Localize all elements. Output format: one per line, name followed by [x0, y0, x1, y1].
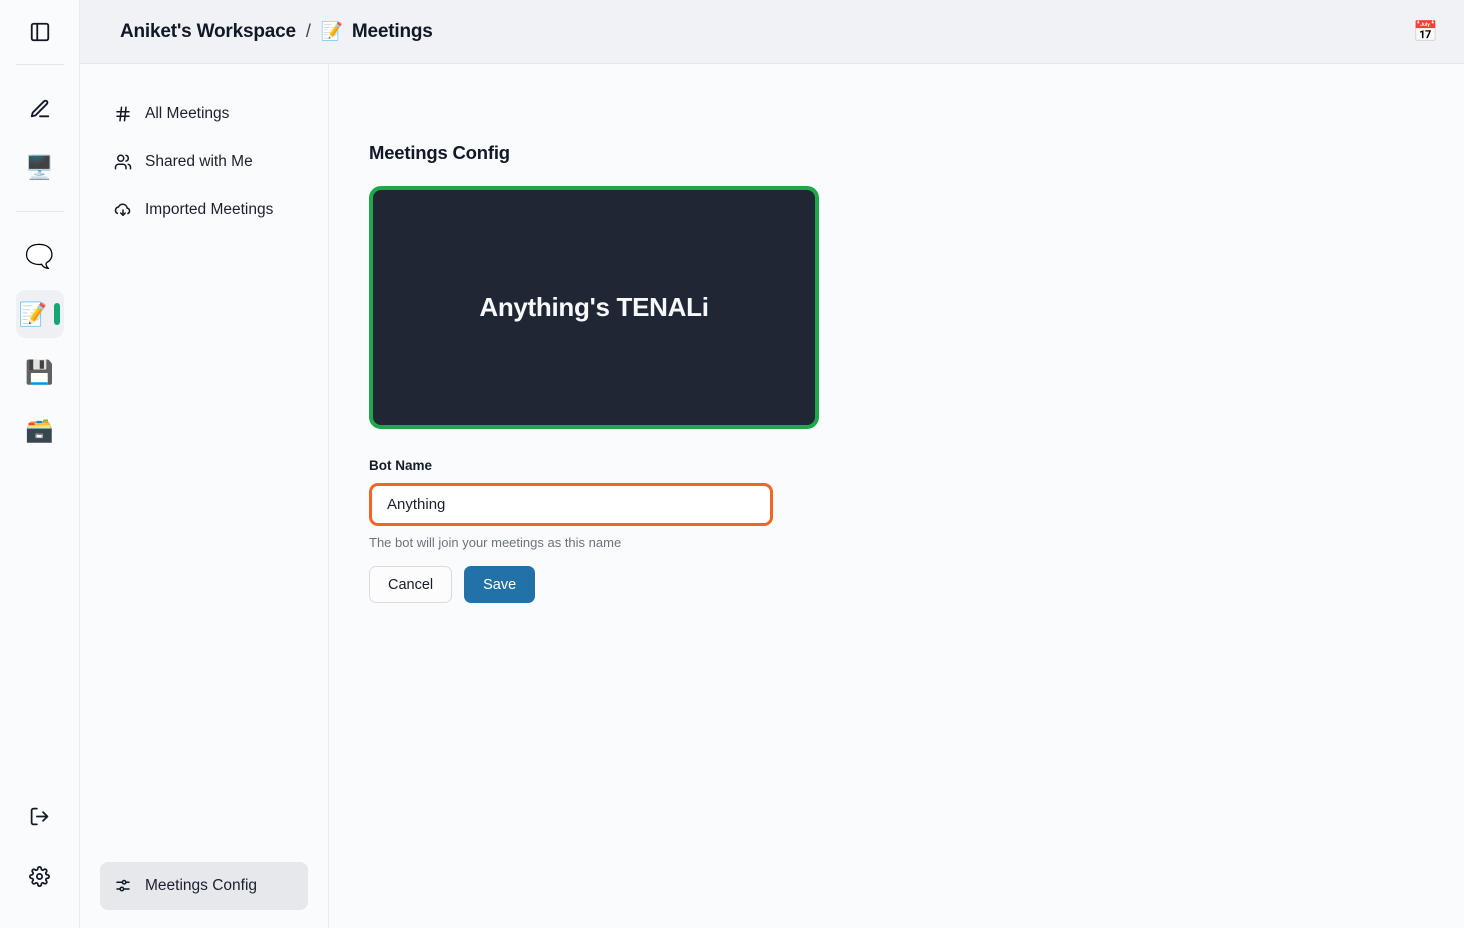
nav-item-label: Meetings Config: [145, 877, 258, 894]
speech-balloon-emoji: 🗨️: [25, 242, 54, 269]
active-indicator: [54, 303, 61, 325]
square-pen-icon: [29, 98, 51, 120]
desktop-computer-emoji: 🖥️: [25, 153, 54, 180]
users-icon: [114, 153, 132, 171]
breadcrumb-current-label: Meetings: [351, 20, 433, 42]
nav-item-label: Shared with Me: [145, 153, 253, 170]
rail-item-meetings[interactable]: 📝: [15, 290, 64, 338]
rail-divider-mid: [15, 211, 64, 212]
bot-preview-text: Anything's TENALi: [479, 292, 709, 322]
rail-item-dashboard[interactable]: 🖥️: [16, 143, 64, 191]
floppy-disk-emoji: 💾: [25, 358, 54, 385]
rail-item-saved[interactable]: 💾: [16, 348, 64, 396]
cancel-button[interactable]: Cancel: [369, 566, 453, 603]
nav-item-imported-meetings[interactable]: Imported Meetings: [100, 186, 308, 234]
logout-button[interactable]: [16, 792, 64, 840]
calendar-emoji[interactable]: 📅: [1409, 15, 1442, 48]
main-region: Aniket's Workspace / 📝 Meetings 📅 All Me…: [80, 0, 1464, 928]
logout-icon: [29, 806, 50, 827]
card-file-box-emoji: 🗃️: [25, 416, 54, 443]
breadcrumb: Aniket's Workspace / 📝 Meetings: [120, 21, 433, 43]
sidebar-toggle-button[interactable]: [0, 0, 80, 64]
memo-emoji: 📝: [320, 21, 343, 41]
sliders-icon: [114, 877, 132, 895]
gear-icon: [29, 865, 50, 887]
nav-item-label: All Meetings: [145, 105, 230, 122]
nav-item-all-meetings[interactable]: All Meetings: [100, 90, 308, 138]
app-root: 🖥️ 🗨️ 📝 💾 🗃️ Aniket's Workspace / 📝 Meet…: [0, 0, 1464, 928]
form-actions: Cancel Save: [369, 566, 1464, 603]
meetings-nav: All Meetings Shared with Me Imported Mee…: [80, 64, 329, 928]
rail-item-new-note[interactable]: [16, 85, 64, 133]
top-bar: Aniket's Workspace / 📝 Meetings 📅: [80, 0, 1464, 64]
meetings-config-panel: Meetings Config Anything's TENALi Bot Na…: [329, 64, 1464, 928]
bot-name-input[interactable]: [369, 483, 773, 526]
nav-item-meetings-config[interactable]: Meetings Config: [100, 862, 308, 910]
breadcrumb-separator: /: [305, 21, 311, 41]
content-body: All Meetings Shared with Me Imported Mee…: [80, 64, 1464, 928]
breadcrumb-current: 📝 Meetings: [321, 21, 433, 43]
nav-item-shared-with-me[interactable]: Shared with Me: [100, 138, 308, 186]
panel-left-icon: [29, 21, 51, 43]
rail-item-files[interactable]: 🗃️: [16, 406, 64, 454]
cloud-download-icon: [114, 201, 132, 219]
breadcrumb-workspace[interactable]: Aniket's Workspace: [120, 21, 296, 43]
settings-button[interactable]: [16, 852, 64, 900]
rail-item-chats[interactable]: 🗨️: [16, 232, 64, 280]
bot-name-helper-text: The bot will join your meetings as this …: [369, 535, 622, 550]
icon-rail: 🖥️ 🗨️ 📝 💾 🗃️: [0, 0, 80, 928]
bot-name-label: Bot Name: [369, 458, 433, 473]
rail-divider-top: [15, 64, 64, 65]
save-button[interactable]: Save: [464, 566, 536, 603]
nav-item-label: Imported Meetings: [145, 201, 274, 218]
hash-icon: [114, 105, 132, 123]
page-title: Meetings Config: [369, 142, 510, 163]
bot-preview-card: Anything's TENALi: [369, 186, 819, 429]
memo-emoji: 📝: [18, 300, 48, 327]
rail-bottom-group: [16, 792, 64, 928]
